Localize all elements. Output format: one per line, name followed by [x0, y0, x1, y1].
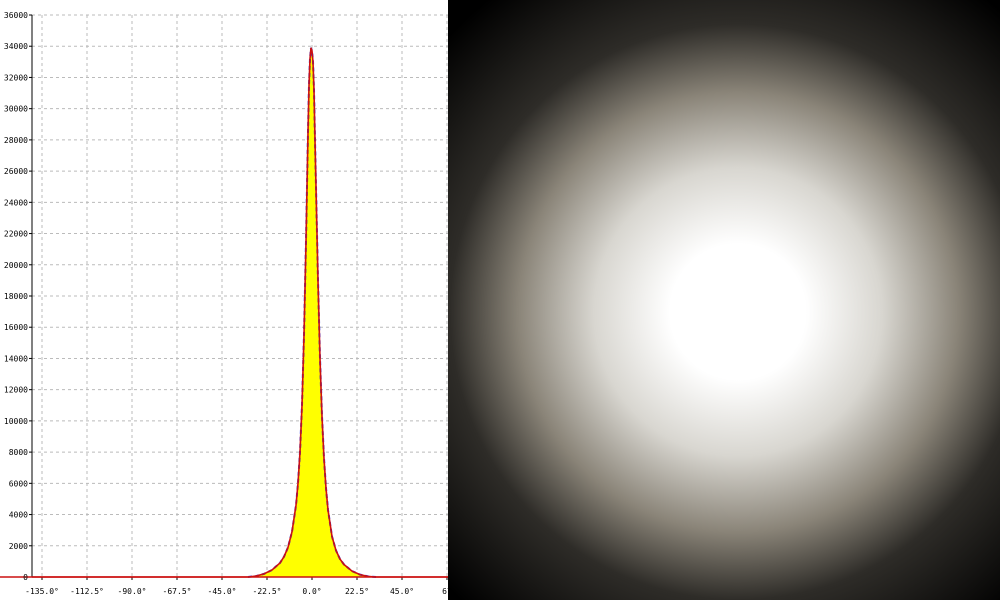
y-tick-label: 34000: [4, 42, 28, 51]
series-layer: [32, 47, 448, 578]
x-tick-label: 45.0°: [390, 587, 414, 596]
fit-profile-line: [32, 47, 448, 578]
x-tick-label: -67.5°: [163, 587, 192, 596]
y-tick-label: 18000: [4, 292, 28, 301]
x-tick-label: -90.0°: [118, 587, 147, 596]
beam-profile-image-panel: [448, 0, 1000, 600]
y-tick-label: 8000: [9, 448, 28, 457]
y-tick-label: 14000: [4, 354, 28, 363]
intensity-profile-chart: -135.0° -112.5° -90.0° -67.5° -45.0° -22.5° 0.…: [0, 11, 448, 596]
x-tick-label: -45.0°: [208, 587, 237, 596]
beam-spot: [448, 0, 1000, 600]
y-tick-label: 2000: [9, 542, 28, 551]
y-tick-label: 4000: [9, 511, 28, 520]
axes: [0, 14, 448, 580]
y-tick-label: 22000: [4, 230, 28, 239]
y-tick-label: 24000: [4, 198, 28, 207]
intensity-profile-panel: -135.0° -112.5° -90.0° -67.5° -45.0° -22.5° 0.…: [0, 0, 448, 600]
y-tick-label: 10000: [4, 417, 28, 426]
beam-spot-image: [448, 0, 1000, 600]
y-tick-label: 20000: [4, 261, 28, 270]
x-tick-label: 0.0°: [302, 587, 321, 596]
y-tick-label: 16000: [4, 323, 28, 332]
grid-lines: [32, 14, 448, 577]
y-tick-label: 30000: [4, 105, 28, 114]
x-tick-label: -135.0°: [25, 587, 59, 596]
y-tick-label: 36000: [4, 11, 28, 20]
y-tick-label: 32000: [4, 73, 28, 82]
y-tick-label: 12000: [4, 386, 28, 395]
x-tick-label: -22.5°: [253, 587, 282, 596]
y-tick-label: 28000: [4, 136, 28, 145]
tick-labels: -135.0° -112.5° -90.0° -67.5° -45.0° -22.5° 0.…: [4, 11, 448, 596]
y-tick-label: 6000: [9, 479, 28, 488]
x-tick-label: -112.5°: [70, 587, 104, 596]
y-tick-label: 0: [23, 573, 28, 582]
y-tick-label: 26000: [4, 167, 28, 176]
x-tick-label: 22.5°: [345, 587, 369, 596]
app-root: -135.0° -112.5° -90.0° -67.5° -45.0° -22.5° 0.…: [0, 0, 1000, 600]
